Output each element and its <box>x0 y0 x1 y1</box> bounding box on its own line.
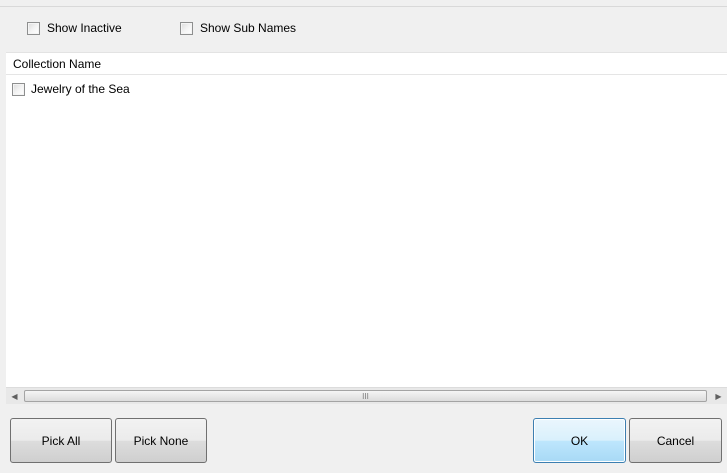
horizontal-scrollbar[interactable]: ◀ III ▶ <box>6 387 727 404</box>
scroll-left-arrow-icon[interactable]: ◀ <box>6 388 23 405</box>
show-inactive-checkbox[interactable] <box>27 21 40 35</box>
collection-list[interactable]: Collection Name Jewelry of the Sea <box>6 52 727 387</box>
options-bar: Show Inactive Show Sub Names <box>0 7 727 48</box>
list-item[interactable]: Jewelry of the Sea <box>6 80 130 98</box>
ok-button[interactable]: OK <box>533 418 626 463</box>
show-inactive-option[interactable]: Show Inactive <box>27 21 122 35</box>
collection-name-column-header[interactable]: Collection Name <box>6 53 727 75</box>
scrollbar-grip-icon: III <box>362 391 369 401</box>
show-inactive-label: Show Inactive <box>47 21 122 35</box>
scroll-right-arrow-icon[interactable]: ▶ <box>710 388 727 405</box>
list-item-checkbox[interactable] <box>12 82 25 96</box>
show-sub-names-checkbox[interactable] <box>180 21 193 35</box>
pick-all-button[interactable]: Pick All <box>10 418 112 463</box>
list-item-label: Jewelry of the Sea <box>31 82 130 96</box>
scrollbar-thumb[interactable]: III <box>24 390 707 402</box>
column-header-label: Collection Name <box>13 57 102 71</box>
cancel-button[interactable]: Cancel <box>629 418 722 463</box>
show-sub-names-option[interactable]: Show Sub Names <box>180 21 296 35</box>
show-sub-names-label: Show Sub Names <box>200 21 297 35</box>
pick-none-button[interactable]: Pick None <box>115 418 207 463</box>
collection-picker-dialog: Show Inactive Show Sub Names Collection … <box>0 0 727 473</box>
